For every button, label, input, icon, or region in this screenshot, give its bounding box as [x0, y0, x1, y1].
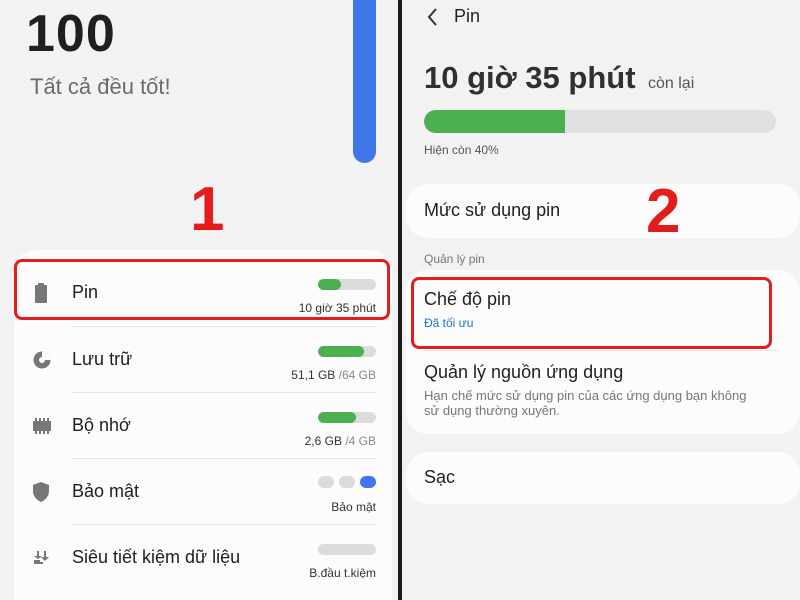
- list-item-storage[interactable]: Lưu trữ 51,1 GB /64 GB: [14, 326, 392, 392]
- battery-level-fill: [424, 110, 565, 133]
- data-saver-mini-bar: [318, 544, 376, 555]
- step-marker-2: 2: [646, 177, 681, 246]
- security-status-dots: [318, 476, 376, 489]
- optimization-score: 100: [26, 5, 116, 63]
- list-item-memory[interactable]: Bộ nhớ 2,6 GB /4 GB: [14, 392, 392, 458]
- app-power-management-title[interactable]: Quản lý nguồn ứng dụng: [424, 362, 623, 383]
- memory-value: 2,6 GB /4 GB: [304, 434, 376, 448]
- divider: [72, 392, 376, 393]
- highlight-box-power-mode: [411, 277, 772, 349]
- charging-card[interactable]: Sạc: [406, 452, 800, 504]
- memory-icon: [33, 418, 51, 434]
- security-value: Bảo mật: [331, 500, 376, 514]
- remaining-time: 10 giờ 35 phút: [424, 60, 636, 95]
- memory-mini-bar: [318, 412, 376, 423]
- list-item-data-saver[interactable]: Siêu tiết kiệm dữ liệu B.đầu t.kiệm: [14, 524, 392, 590]
- storage-icon: [33, 351, 51, 369]
- battery-usage-item[interactable]: Mức sử dụng pin: [424, 200, 560, 221]
- divider: [72, 458, 376, 459]
- list-item-label: Lưu trữ: [72, 349, 133, 369]
- charging-item[interactable]: Sạc: [424, 467, 455, 488]
- shield-icon: [33, 482, 49, 502]
- divider: [424, 350, 778, 351]
- app-power-management-desc: Hạn chế mức sử dụng pin của các ứng dụng…: [424, 388, 747, 418]
- list-item-label: Bảo mật: [72, 481, 140, 501]
- divider: [72, 326, 376, 327]
- list-item-label: Bộ nhớ: [72, 415, 131, 435]
- step-marker-1: 1: [190, 175, 225, 244]
- list-item-label: Siêu tiết kiệm dữ liệu: [72, 547, 241, 567]
- data-saver-icon: [34, 551, 49, 564]
- remaining-suffix: còn lại: [648, 75, 695, 92]
- app-bar: Pin: [402, 0, 800, 36]
- optimize-progress-bar: [353, 0, 376, 163]
- storage-value: 51,1 GB /64 GB: [291, 368, 376, 382]
- storage-mini-bar: [318, 346, 376, 357]
- battery-level-bar: [424, 110, 776, 133]
- back-arrow-icon[interactable]: [424, 6, 442, 28]
- list-item-security[interactable]: Bảo mật Bảo mật: [14, 458, 392, 524]
- device-care-screen: 100 Tất cả đều tốt! 1 Pin 10 giờ 35 phút…: [0, 0, 398, 600]
- page-title: Pin: [454, 6, 481, 26]
- section-label-battery-management: Quản lý pin: [424, 252, 485, 266]
- highlight-box-battery: [14, 259, 390, 320]
- data-saver-value: B.đầu t.kiệm: [309, 566, 376, 580]
- divider: [72, 524, 376, 525]
- battery-usage-card[interactable]: Mức sử dụng pin: [406, 184, 800, 238]
- battery-percent-caption: Hiện còn 40%: [424, 143, 499, 157]
- status-text: Tất cả đều tốt!: [30, 74, 171, 99]
